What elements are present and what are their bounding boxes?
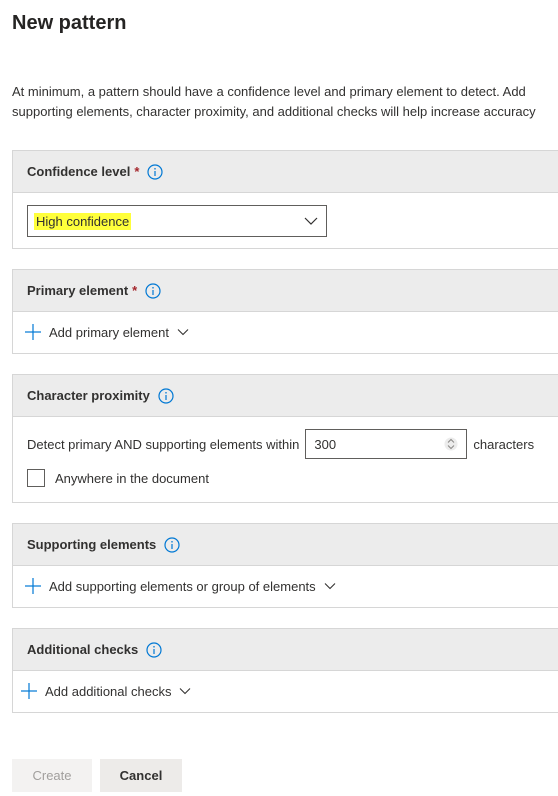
intro-line-1: At minimum, a pattern should have a conf…: [12, 84, 526, 99]
add-primary-label: Add primary element: [49, 324, 169, 340]
proximity-header: Character proximity: [13, 375, 558, 417]
chevron-down-icon: [179, 686, 191, 696]
confidence-label: Confidence level: [27, 164, 131, 179]
plus-icon: [25, 578, 41, 594]
proximity-row: Detect primary AND supporting elements w…: [27, 429, 534, 459]
add-primary-element-button[interactable]: Add primary element: [25, 324, 189, 340]
additional-section: Additional checks Add additional checks: [12, 628, 558, 713]
page-title: New pattern: [12, 12, 127, 34]
create-button[interactable]: Create: [12, 759, 92, 792]
proximity-number-input[interactable]: 300: [305, 429, 468, 459]
info-icon[interactable]: [145, 282, 161, 299]
info-icon[interactable]: [147, 163, 163, 180]
confidence-section: Confidence level * High confidence: [12, 150, 558, 249]
detect-label: Detect primary AND supporting elements w…: [27, 436, 300, 452]
proximity-section: Character proximity Detect primary AND s…: [12, 374, 558, 503]
chevron-down-icon: [324, 581, 336, 591]
add-supporting-label: Add supporting elements or group of elem…: [49, 578, 316, 594]
confidence-header: Confidence level *: [13, 151, 558, 193]
add-additional-label: Add additional checks: [45, 683, 172, 699]
anywhere-checkbox[interactable]: [27, 469, 45, 487]
supporting-header: Supporting elements: [13, 524, 558, 566]
required-mark: *: [134, 164, 140, 179]
required-mark: *: [132, 283, 138, 298]
primary-label: Primary element: [27, 283, 129, 298]
proximity-value: 300: [314, 436, 337, 452]
characters-suffix: characters: [473, 436, 535, 452]
additional-header: Additional checks: [13, 629, 558, 671]
primary-section: Primary element * Add primary element: [12, 269, 558, 354]
supporting-label: Supporting elements: [27, 537, 157, 552]
primary-header: Primary element *: [13, 270, 558, 312]
info-icon[interactable]: [158, 387, 174, 404]
anywhere-checkbox-row[interactable]: Anywhere in the document: [27, 469, 209, 487]
anywhere-label: Anywhere in the document: [55, 470, 209, 486]
spin-arrows-icon[interactable]: [444, 436, 458, 455]
confidence-select[interactable]: High confidence: [27, 205, 327, 237]
plus-icon: [21, 683, 37, 699]
info-icon[interactable]: [164, 536, 180, 553]
add-supporting-elements-button[interactable]: Add supporting elements or group of elem…: [25, 578, 336, 594]
intro-text: At minimum, a pattern should have a conf…: [12, 82, 558, 122]
info-icon[interactable]: [146, 641, 162, 658]
proximity-label: Character proximity: [27, 388, 150, 403]
supporting-section: Supporting elements Add supporting eleme…: [12, 523, 558, 608]
intro-line-2: supporting elements, character proximity…: [12, 104, 536, 119]
plus-icon: [25, 324, 41, 340]
cancel-button[interactable]: Cancel: [100, 759, 182, 792]
confidence-selected-value: High confidence: [34, 212, 132, 230]
chevron-down-icon: [177, 327, 189, 337]
add-additional-checks-button[interactable]: Add additional checks: [21, 683, 191, 699]
additional-label: Additional checks: [27, 642, 139, 657]
chevron-down-icon: [304, 215, 318, 230]
